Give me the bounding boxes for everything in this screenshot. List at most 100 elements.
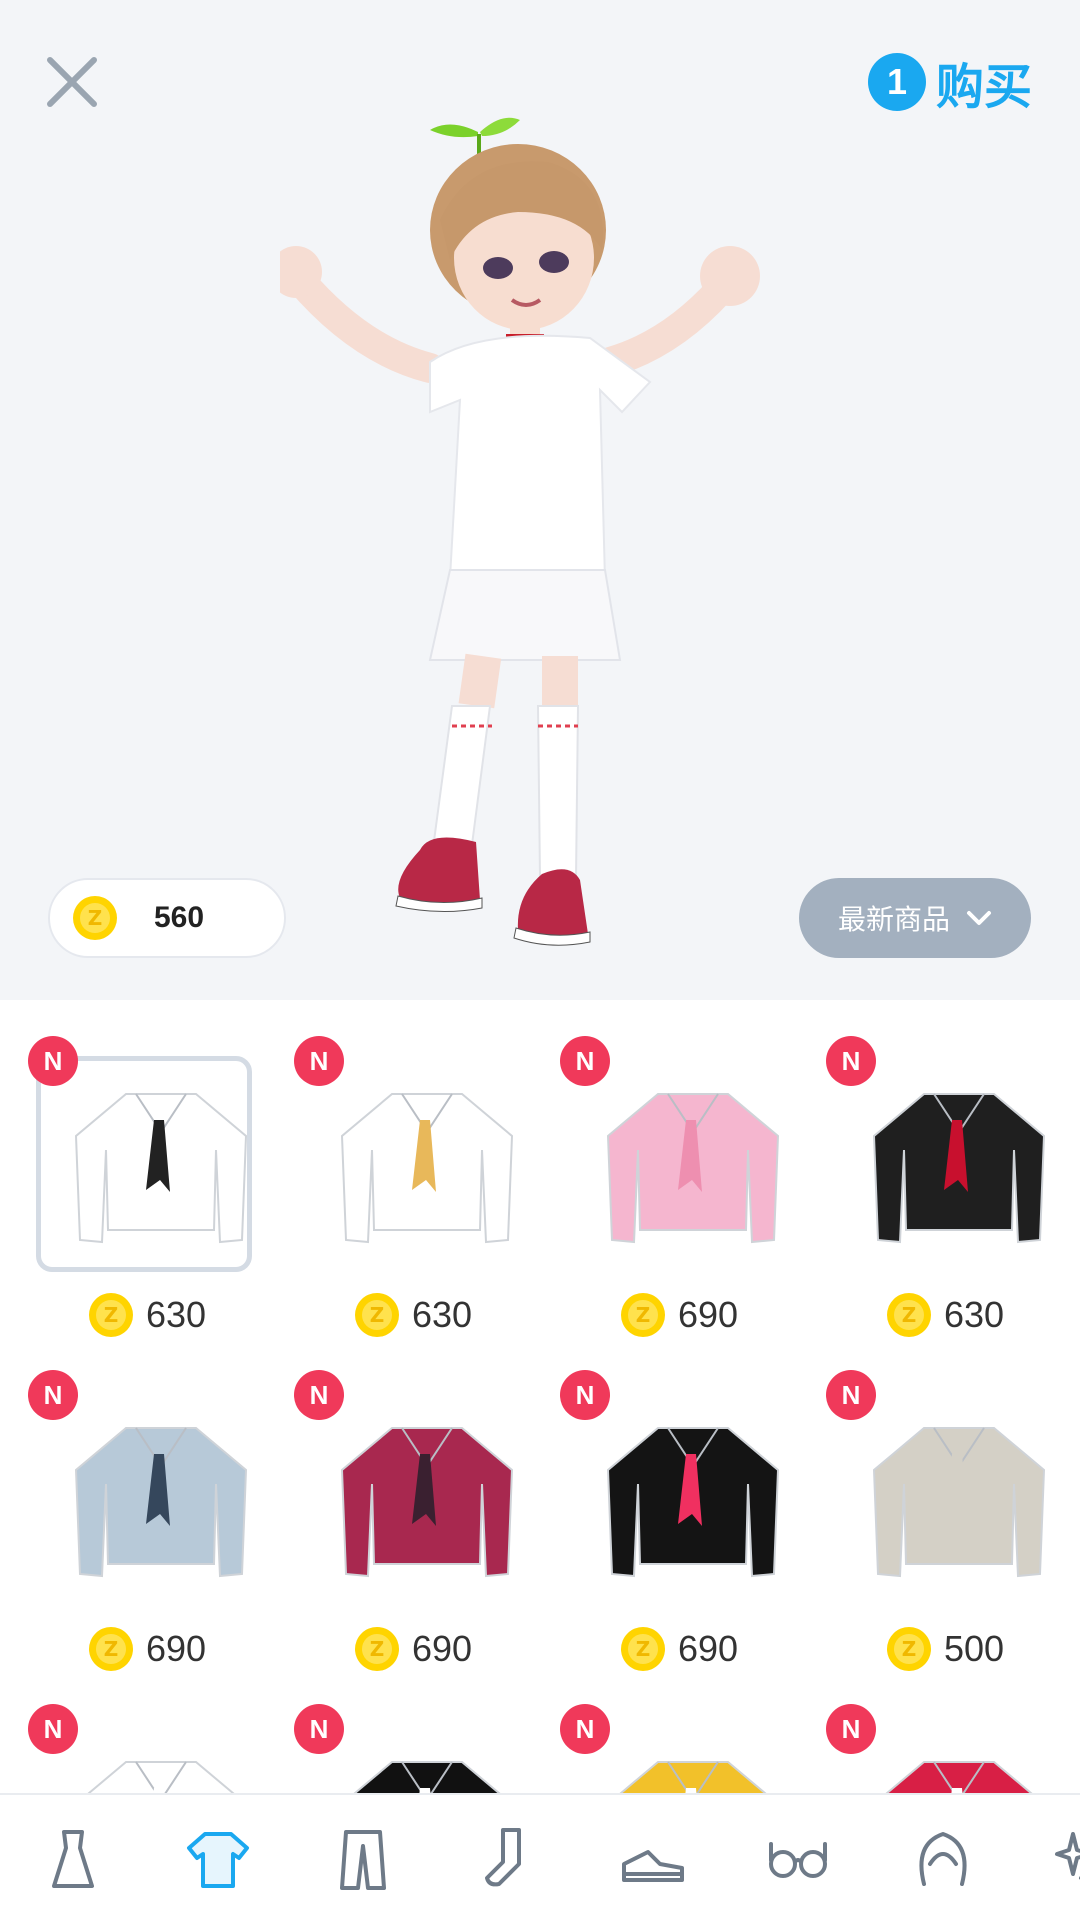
item-price: Z 630: [354, 1292, 472, 1338]
svg-text:Z: Z: [902, 1303, 917, 1327]
shirt-thumbnail: [332, 1414, 522, 1584]
new-badge: N: [826, 1370, 876, 1420]
shop-item[interactable]: N Z 630: [294, 1000, 560, 1330]
item-price-value: 630: [944, 1294, 1004, 1336]
hair-icon: [908, 1824, 978, 1894]
coin-icon: Z: [620, 1292, 666, 1338]
sock-icon: [473, 1824, 543, 1894]
svg-text:Z: Z: [370, 1303, 385, 1327]
sort-label: 最新商品: [838, 898, 950, 938]
new-badge: N: [28, 1370, 78, 1420]
coin-icon: Z: [354, 1626, 400, 1672]
item-price-value: 690: [412, 1628, 472, 1670]
shirt-thumbnail: [864, 1080, 1054, 1250]
buy-button[interactable]: 1 购买: [868, 52, 1032, 112]
shop-item[interactable]: N: [294, 1668, 560, 1793]
item-price-value: 500: [944, 1628, 1004, 1670]
item-price-value: 690: [678, 1294, 738, 1336]
svg-text:Z: Z: [636, 1303, 651, 1327]
buy-label: 购买: [936, 47, 1032, 117]
tab-dress[interactable]: [0, 1795, 145, 1922]
coin-icon: Z: [886, 1626, 932, 1672]
coin-icon: Z: [354, 1292, 400, 1338]
tab-glasses[interactable]: [725, 1795, 870, 1922]
coin-icon: Z: [88, 1292, 134, 1338]
shirt-thumbnail: [66, 1748, 256, 1793]
close-button[interactable]: [42, 52, 102, 112]
shop-item[interactable]: N: [560, 1668, 826, 1793]
item-price-value: 630: [412, 1294, 472, 1336]
shirt-thumbnail: [864, 1748, 1054, 1793]
shop-item[interactable]: N Z 690: [560, 1334, 826, 1664]
sparkle-icon: [1053, 1824, 1080, 1894]
item-price-value: 690: [678, 1628, 738, 1670]
new-badge: N: [294, 1704, 344, 1754]
tab-sock[interactable]: [435, 1795, 580, 1922]
shop-item[interactable]: N Z 500: [826, 1334, 1080, 1664]
tab-hair[interactable]: [870, 1795, 1015, 1922]
tab-tshirt[interactable]: [145, 1795, 290, 1922]
sneaker-icon: [618, 1824, 688, 1894]
item-price: Z 690: [88, 1626, 206, 1672]
coin-balance: Z 560: [48, 878, 286, 958]
shirt-thumbnail: [598, 1414, 788, 1584]
item-grid: N Z 630 N Z 630: [0, 1000, 1080, 1793]
shirt-thumbnail: [66, 1414, 256, 1584]
item-price-value: 690: [146, 1628, 206, 1670]
new-badge: N: [28, 1704, 78, 1754]
coin-icon: Z: [620, 1626, 666, 1672]
shop-item[interactable]: N: [826, 1668, 1080, 1793]
new-badge: N: [294, 1036, 344, 1086]
svg-text:Z: Z: [902, 1637, 917, 1661]
item-price-value: 630: [146, 1294, 206, 1336]
svg-text:Z: Z: [88, 906, 103, 930]
balance-value: 560: [154, 901, 204, 935]
svg-text:Z: Z: [104, 1303, 119, 1327]
tab-pants[interactable]: [290, 1795, 435, 1922]
item-price: Z 690: [354, 1626, 472, 1672]
shirt-thumbnail: [332, 1080, 522, 1250]
svg-text:Z: Z: [104, 1637, 119, 1661]
shop-item[interactable]: N: [28, 1668, 294, 1793]
glasses-icon: [763, 1824, 833, 1894]
item-price: Z 690: [620, 1292, 738, 1338]
cart-count-badge: 1: [868, 53, 926, 111]
new-badge: N: [560, 1036, 610, 1086]
svg-text:Z: Z: [636, 1637, 651, 1661]
sort-dropdown[interactable]: 最新商品: [799, 878, 1031, 958]
category-tabbar: [0, 1793, 1080, 1922]
item-price: Z 630: [886, 1292, 1004, 1338]
shirt-thumbnail: [66, 1080, 256, 1250]
shirt-thumbnail: [598, 1080, 788, 1250]
shirt-thumbnail: [598, 1748, 788, 1793]
coin-icon: Z: [72, 895, 118, 941]
item-price: Z 690: [620, 1626, 738, 1672]
shop-item[interactable]: N Z 630: [826, 1000, 1080, 1330]
shirt-thumbnail: [864, 1414, 1054, 1584]
shop-item[interactable]: N Z 690: [28, 1334, 294, 1664]
dress-icon: [38, 1824, 108, 1894]
item-price: Z 630: [88, 1292, 206, 1338]
avatar-preview: 1 购买: [0, 0, 1080, 1000]
new-badge: N: [560, 1370, 610, 1420]
shirt-thumbnail: [332, 1748, 522, 1793]
tab-sparkle[interactable]: [1015, 1795, 1080, 1922]
close-icon: [42, 52, 102, 112]
pants-icon: [328, 1824, 398, 1894]
tshirt-icon: [183, 1824, 253, 1894]
svg-text:Z: Z: [370, 1637, 385, 1661]
tab-sneaker[interactable]: [580, 1795, 725, 1922]
item-price: Z 500: [886, 1626, 1004, 1672]
new-badge: N: [826, 1704, 876, 1754]
new-badge: N: [294, 1370, 344, 1420]
coin-icon: Z: [88, 1626, 134, 1672]
new-badge: N: [826, 1036, 876, 1086]
shop-item[interactable]: N Z 690: [560, 1000, 826, 1330]
new-badge: N: [28, 1036, 78, 1086]
chevron-down-icon: [966, 909, 992, 927]
coin-icon: Z: [886, 1292, 932, 1338]
shop-item[interactable]: N Z 690: [294, 1334, 560, 1664]
avatar-figure: [280, 100, 800, 980]
shop-item[interactable]: N Z 630: [28, 1000, 294, 1330]
new-badge: N: [560, 1704, 610, 1754]
